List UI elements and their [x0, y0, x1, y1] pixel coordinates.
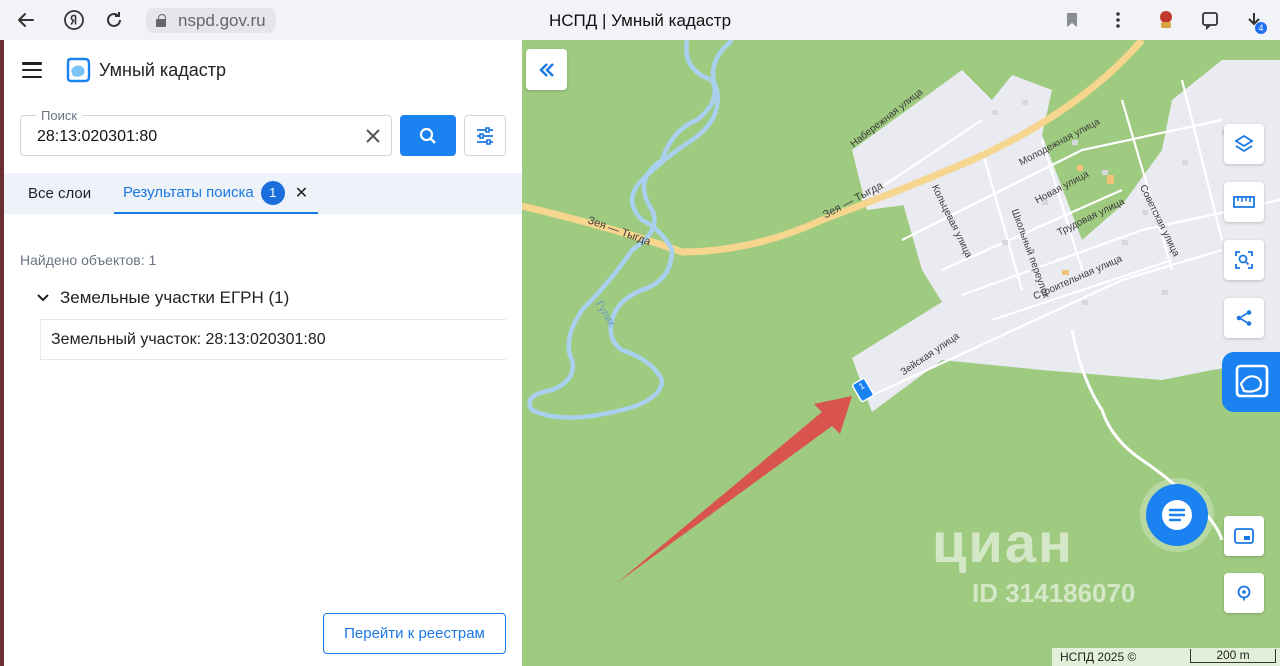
collections-button[interactable] — [1188, 0, 1232, 40]
tab-search-results-label: Результаты поиска — [123, 184, 254, 201]
extension-button[interactable] — [1144, 0, 1188, 40]
double-chevron-left-icon — [538, 62, 554, 77]
clear-icon[interactable] — [363, 126, 383, 146]
locate-icon — [1237, 585, 1251, 601]
arrow-left-icon — [18, 13, 34, 27]
map-view[interactable]: Зея — Тыгда Зея — Тыгда Гулик Набережная… — [522, 40, 1280, 666]
downloads-badge: 4 — [1255, 22, 1267, 34]
extension-icon — [1160, 11, 1172, 28]
watermark-id: ID 314186070 — [972, 578, 1136, 608]
bookmark-button[interactable] — [1050, 0, 1094, 40]
results-count-badge: 1 — [260, 180, 285, 205]
filter-sliders-icon — [477, 126, 493, 145]
search-icon — [419, 127, 436, 144]
close-tab-icon[interactable]: ✕ — [295, 183, 308, 203]
search-value: 28:13:020301:80 — [37, 128, 158, 145]
pointer-arrow — [617, 396, 852, 583]
chat-button[interactable] — [1146, 484, 1208, 546]
area-search-icon — [1235, 251, 1253, 269]
minimap-icon — [1234, 528, 1254, 544]
yandex-icon — [64, 10, 84, 30]
nspd-assistant-icon — [1235, 364, 1269, 398]
app-title: Умный кадастр — [99, 60, 226, 80]
back-button[interactable] — [6, 0, 46, 40]
lock-icon — [156, 13, 166, 27]
search-label: Поиск — [36, 108, 83, 123]
more-vertical-icon — [1116, 12, 1120, 28]
menu-button[interactable] — [1096, 0, 1140, 40]
collections-icon — [1202, 12, 1218, 30]
address-text: nspd.gov.ru — [178, 10, 266, 30]
tab-search-results[interactable]: Результаты поиска 1 ✕ — [114, 173, 319, 214]
ruler-icon — [1233, 196, 1255, 208]
bookmark-icon — [1067, 13, 1077, 27]
picture-in-picture-button[interactable] — [1224, 516, 1264, 556]
chat-icon — [1162, 500, 1192, 530]
scale-bar: 200 m — [1190, 649, 1276, 663]
area-search-button[interactable] — [1224, 240, 1264, 280]
browser-tools: 4 — [1050, 0, 1280, 40]
chevron-down-icon — [37, 294, 49, 302]
result-list-item[interactable]: Земельный участок: 28:13:020301:80 — [40, 319, 506, 360]
downloads-button[interactable]: 4 — [1232, 0, 1276, 40]
browser-toolbar: nspd.gov.ru НСПД | Умный кадастр 4 — [0, 0, 1280, 40]
sidebar-panel: Умный кадастр 28:13:020301:80 Поиск Все … — [4, 40, 522, 666]
copyright-text: НСПД 2025 © — [1060, 650, 1137, 664]
result-group-label: Земельные участки ЕГРН (1) — [60, 288, 290, 307]
filter-button[interactable] — [464, 115, 506, 156]
collapse-panel-button[interactable] — [526, 49, 567, 90]
nspd-logo-icon — [66, 57, 91, 83]
layers-button[interactable] — [1224, 124, 1264, 164]
app-header: Умный кадастр — [4, 40, 522, 100]
locate-button[interactable] — [1224, 573, 1264, 613]
go-to-registries-button[interactable]: Перейти к реестрам — [323, 613, 506, 654]
share-icon — [1236, 310, 1252, 326]
tabs-bar: Все слои Результаты поиска 1 ✕ — [4, 173, 522, 214]
layers-icon — [1234, 134, 1254, 153]
found-count-text: Найдено объектов: 1 — [20, 252, 157, 268]
tab-all-layers[interactable]: Все слои — [28, 173, 91, 214]
hamburger-menu-icon[interactable] — [22, 62, 42, 78]
watermark-text: циан — [932, 511, 1074, 574]
reload-button[interactable] — [94, 0, 134, 40]
share-button[interactable] — [1224, 298, 1264, 338]
map-canvas[interactable] — [522, 40, 1280, 666]
result-group-toggle[interactable]: Земельные участки ЕГРН (1) — [36, 288, 289, 308]
address-bar[interactable]: nspd.gov.ru — [146, 8, 276, 33]
yandex-button[interactable] — [54, 0, 94, 40]
map-footer: НСПД 2025 © 200 m — [1052, 648, 1280, 666]
assistant-button[interactable] — [1222, 352, 1280, 412]
search-button[interactable] — [400, 115, 456, 156]
reload-icon — [107, 12, 121, 27]
measure-button[interactable] — [1224, 182, 1264, 222]
